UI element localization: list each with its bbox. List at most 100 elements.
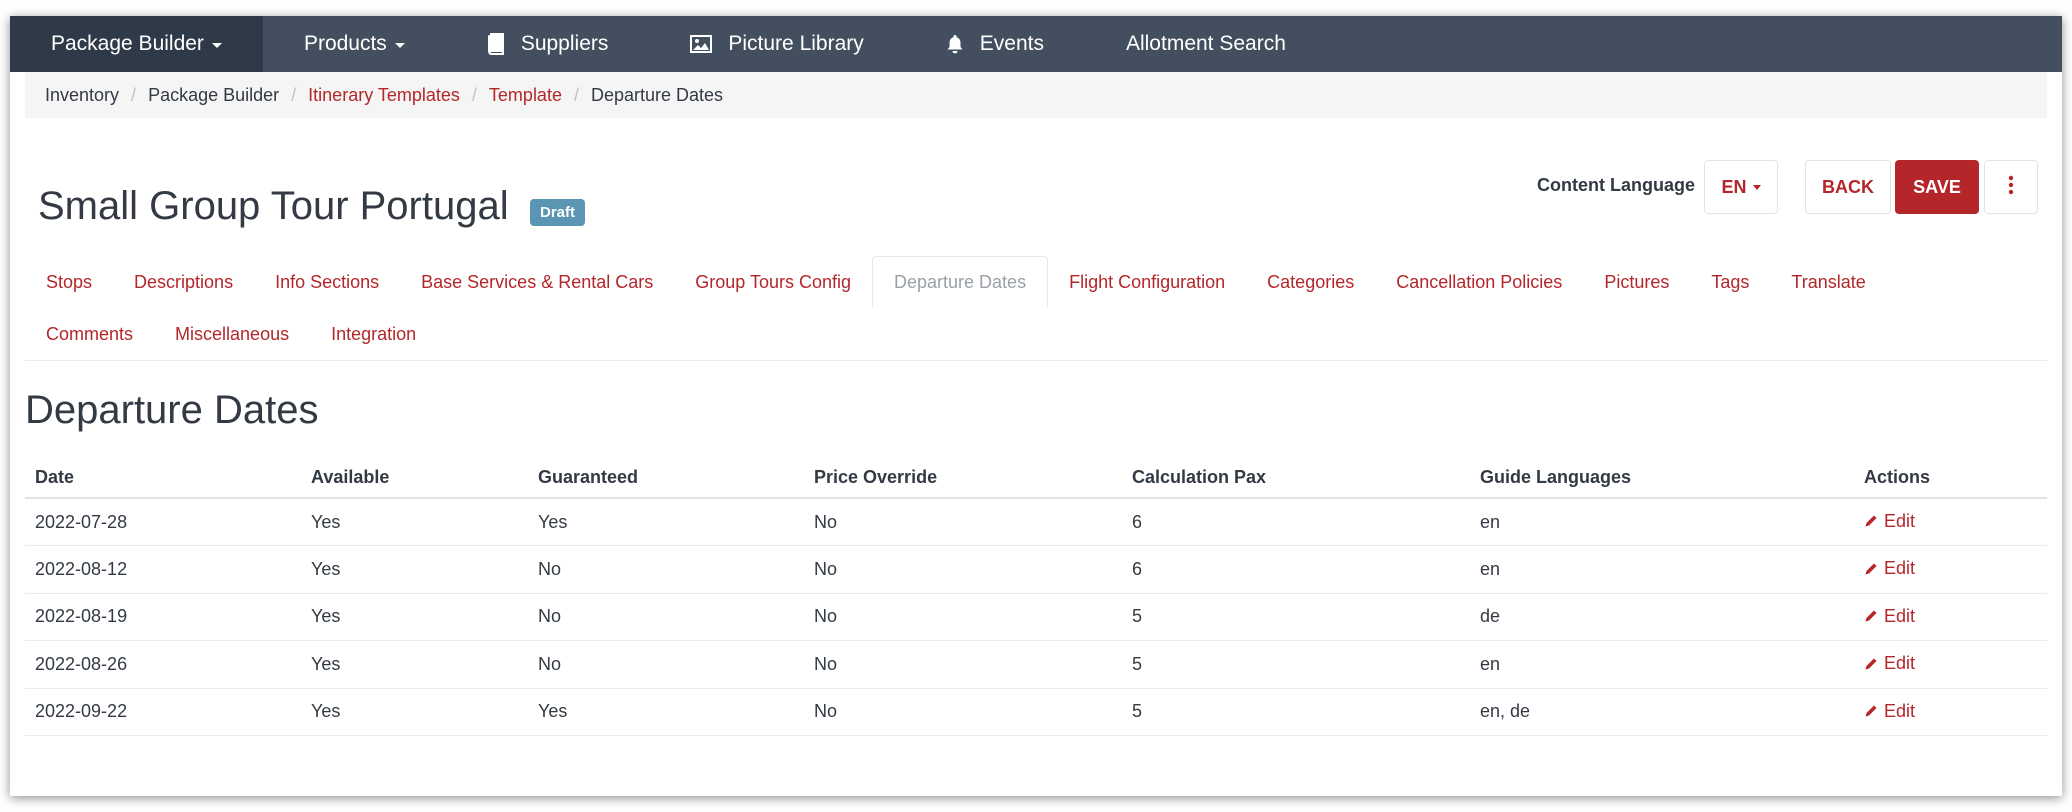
pencil-icon <box>1865 610 1877 622</box>
tab-descriptions[interactable]: Descriptions <box>113 256 254 308</box>
cell-guide-languages: en <box>1470 498 1854 546</box>
breadcrumb-itinerary-templates[interactable]: Itinerary Templates <box>308 85 460 106</box>
cell-calculation-pax: 5 <box>1122 688 1470 736</box>
book-icon <box>487 33 505 55</box>
cell-actions: Edit <box>1854 498 2047 546</box>
nav-events-label: Events <box>979 32 1044 55</box>
table-row: 2022-08-26 Yes No No 5 en Edit <box>25 640 2047 689</box>
edit-label: Edit <box>1884 605 1916 626</box>
column-header-available: Available <box>301 458 528 499</box>
cell-guide-languages: de <box>1470 593 1854 641</box>
cell-calculation-pax: 5 <box>1122 640 1470 689</box>
tab-stops[interactable]: Stops <box>25 256 113 308</box>
edit-button[interactable]: Edit <box>1864 606 1915 627</box>
nav-products-label: Products <box>303 32 387 55</box>
cell-price-override: No <box>804 498 1122 546</box>
tab-pictures[interactable]: Pictures <box>1583 256 1690 308</box>
nav-picture-library-label: Picture Library <box>728 32 864 55</box>
cell-guaranteed: No <box>528 640 804 689</box>
tab-flight-configuration[interactable]: Flight Configuration <box>1048 256 1246 308</box>
language-value: EN <box>1721 176 1747 197</box>
edit-label: Edit <box>1884 510 1916 531</box>
nav-package-builder[interactable]: Package Builder <box>10 16 263 72</box>
cell-price-override: No <box>804 545 1122 594</box>
tab-comments[interactable]: Comments <box>25 308 154 360</box>
language-dropdown[interactable]: EN <box>1704 160 1778 214</box>
tab-integration[interactable]: Integration <box>310 308 437 360</box>
breadcrumb-inventory: Inventory <box>45 84 120 105</box>
top-navbar: Package Builder Products Suppliers Pictu… <box>10 16 2062 72</box>
page-title: Small Group Tour Portugal <box>38 184 509 228</box>
breadcrumb-package-builder: Package Builder <box>148 84 280 105</box>
cell-guaranteed: Yes <box>528 498 804 546</box>
pencil-icon <box>1865 705 1877 717</box>
cell-actions: Edit <box>1854 640 2047 689</box>
tab-miscellaneous[interactable]: Miscellaneous <box>154 308 310 360</box>
cell-available: Yes <box>301 640 528 689</box>
back-button[interactable]: BACK <box>1805 160 1891 214</box>
cell-date: 2022-07-28 <box>25 498 301 546</box>
cell-price-override: No <box>804 640 1122 689</box>
cell-guide-languages: en <box>1470 640 1854 689</box>
caret-down-icon <box>1752 184 1761 190</box>
nav-events[interactable]: Events <box>905 16 1085 72</box>
tab-translate[interactable]: Translate <box>1770 256 1886 308</box>
section-title: Departure Dates <box>25 388 319 432</box>
pencil-icon <box>1865 563 1877 574</box>
cell-calculation-pax: 5 <box>1122 593 1470 641</box>
cell-actions: Edit <box>1854 545 2047 594</box>
column-header-calculation-pax: Calculation Pax <box>1122 458 1470 499</box>
pencil-icon <box>1865 658 1877 669</box>
cell-guide-languages: en, de <box>1470 688 1854 736</box>
edit-button[interactable]: Edit <box>1864 558 1915 579</box>
cell-calculation-pax: 6 <box>1122 498 1470 546</box>
departure-dates-table: Date Available Guaranteed Price Override… <box>25 458 2047 736</box>
column-header-guaranteed: Guaranteed <box>528 458 804 499</box>
edit-button[interactable]: Edit <box>1864 701 1915 722</box>
app-window: Package Builder Products Suppliers Pictu… <box>10 16 2062 796</box>
table-row: 2022-08-19 Yes No No 5 de Edit <box>25 593 2047 641</box>
cell-available: Yes <box>301 498 528 546</box>
nav-package-builder-label: Package Builder <box>51 32 204 55</box>
content-language-label: Content Language <box>1537 175 1695 195</box>
nav-suppliers[interactable]: Suppliers <box>446 16 650 72</box>
column-header-actions: Actions <box>1854 458 2047 499</box>
cell-date: 2022-08-19 <box>25 593 301 641</box>
breadcrumb-separator: / <box>573 84 579 105</box>
nav-allotment-search-label: Allotment Search <box>1125 32 1286 55</box>
cell-date: 2022-08-12 <box>25 545 301 594</box>
breadcrumb: Inventory / Package Builder / Itinerary … <box>25 72 2047 118</box>
tab-departure-dates[interactable]: Departure Dates <box>872 256 1049 308</box>
column-header-guide-languages: Guide Languages <box>1470 458 1854 499</box>
tab-base-services[interactable]: Base Services & Rental Cars <box>400 256 674 308</box>
pencil-icon <box>1865 515 1877 527</box>
nav-picture-library[interactable]: Picture Library <box>649 16 904 72</box>
cell-guaranteed: No <box>528 593 804 641</box>
caret-down-icon <box>211 43 222 48</box>
breadcrumb-template[interactable]: Template <box>489 85 562 106</box>
tab-cancellation-policies[interactable]: Cancellation Policies <box>1375 256 1583 308</box>
tab-info-sections[interactable]: Info Sections <box>254 256 400 308</box>
cell-date: 2022-09-22 <box>25 688 301 736</box>
more-options-button[interactable] <box>1984 160 2038 214</box>
save-button[interactable]: SAVE <box>1895 160 1979 214</box>
edit-button[interactable]: Edit <box>1864 653 1915 674</box>
nav-suppliers-label: Suppliers <box>520 32 609 55</box>
table-row: 2022-08-12 Yes No No 6 en Edit <box>25 545 2047 594</box>
cell-price-override: No <box>804 688 1122 736</box>
column-header-price-override: Price Override <box>804 458 1122 499</box>
breadcrumb-departure-dates: Departure Dates <box>590 84 724 105</box>
cell-actions: Edit <box>1854 688 2047 736</box>
vertical-dots-icon <box>2008 175 2014 200</box>
tab-tags[interactable]: Tags <box>1690 256 1770 308</box>
table-row: 2022-09-22 Yes Yes No 5 en, de Edit <box>25 688 2047 736</box>
edit-button[interactable]: Edit <box>1864 511 1915 532</box>
breadcrumb-separator: / <box>291 84 297 105</box>
tabs-row-1: Stops Descriptions Info Sections Base Se… <box>25 256 1887 308</box>
nav-allotment-search[interactable]: Allotment Search <box>1085 16 1327 72</box>
tab-group-tours-config[interactable]: Group Tours Config <box>674 256 872 308</box>
nav-products[interactable]: Products <box>263 16 446 72</box>
table-header-row: Date Available Guaranteed Price Override… <box>25 458 2047 499</box>
tab-categories[interactable]: Categories <box>1246 256 1375 308</box>
column-header-date: Date <box>25 458 301 499</box>
